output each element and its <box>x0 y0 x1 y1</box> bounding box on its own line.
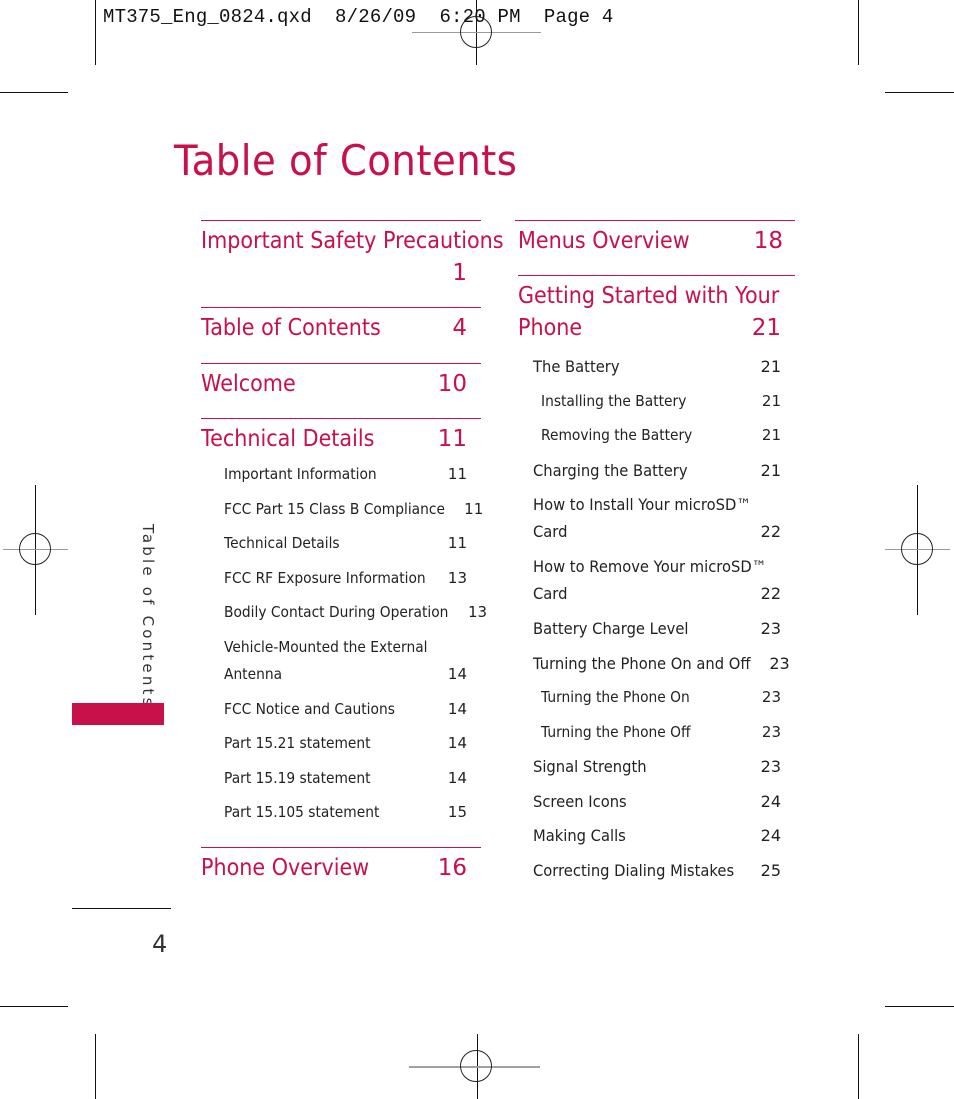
crop-mark <box>95 0 96 65</box>
toc-item[interactable]: Turning the Phone On 23 <box>533 688 781 723</box>
toc-section[interactable]: Table of Contents 4 <box>201 307 481 363</box>
toc-item[interactable]: FCC Part 15 Class B Compliance 11 <box>224 500 483 535</box>
toc-section[interactable]: Important Safety Precautions 1 <box>201 220 504 307</box>
crop-mark <box>885 92 954 93</box>
section-page: 18 <box>753 228 783 254</box>
toc-item[interactable]: Bodily Contact During Operation 13 <box>224 603 487 638</box>
section-title: Table of Contents <box>201 315 381 341</box>
toc-item[interactable]: The Battery 21 <box>533 357 781 392</box>
toc-right-column: Menus Overview 18 Getting Started with Yo… <box>515 220 795 895</box>
section-page: 1 <box>452 260 467 286</box>
print-slug: MT375_Eng_0824.qxd 8/26/09 6:20 PM Page … <box>103 6 614 28</box>
toc-section[interactable]: Welcome 10 <box>201 363 481 418</box>
toc-item[interactable]: Important Information 11 <box>224 465 467 500</box>
toc-item[interactable]: Part 15.105 statement 15 <box>224 803 467 838</box>
toc-item[interactable]: Making Calls 24 <box>533 826 781 861</box>
toc-section[interactable]: Menus Overview 18 <box>515 220 795 275</box>
toc-item[interactable]: Installing the Battery 21 <box>533 392 781 427</box>
section-page: 10 <box>437 371 467 397</box>
toc-item[interactable]: Turning the Phone On and Off 23 <box>533 654 790 689</box>
crop-mark <box>858 0 859 65</box>
page-number: 4 <box>152 930 168 958</box>
toc-item[interactable]: Signal Strength 23 <box>533 757 781 792</box>
toc-section[interactable]: Getting Started with Your Phone 21 The Ba… <box>518 275 795 895</box>
toc-item[interactable]: Part 15.19 statement 14 <box>224 769 467 804</box>
section-title: Phone Overview <box>201 855 370 881</box>
section-title: Getting Started with Your <box>518 283 780 309</box>
section-title: Phone <box>518 315 583 341</box>
toc-item[interactable]: Removing the Battery 21 <box>533 426 781 461</box>
side-tab-label: Table of Contents <box>139 524 157 709</box>
section-page: 11 <box>437 426 467 452</box>
crop-mark <box>0 1006 68 1007</box>
toc-item[interactable]: Screen Icons 24 <box>533 792 781 827</box>
crop-mark <box>885 1006 954 1007</box>
toc-item[interactable]: Part 15.21 statement 14 <box>224 734 467 769</box>
section-page: 16 <box>437 855 467 881</box>
section-title: Important Safety Precautions <box>201 228 504 254</box>
page-title: Table of Contents <box>174 136 518 185</box>
toc-left-column: Important Safety Precautions 1 Table of … <box>201 220 504 888</box>
section-page: 21 <box>751 315 781 341</box>
toc-section[interactable]: Technical Details 11 Important Informatio… <box>201 418 487 847</box>
side-tab-marker <box>72 703 164 725</box>
section-title: Technical Details <box>201 426 375 452</box>
toc-item[interactable]: Vehicle-Mounted the External Antenna 14 <box>224 638 467 700</box>
crop-mark <box>0 92 68 93</box>
toc-item[interactable]: Correcting Dialing Mistakes 25 <box>533 861 781 896</box>
toc-section[interactable]: Phone Overview 16 <box>201 847 481 888</box>
footer-rule <box>72 908 171 909</box>
section-page: 4 <box>452 315 467 341</box>
toc-item[interactable]: Charging the Battery 21 <box>533 461 781 496</box>
toc-item[interactable]: How to Install Your microSD™ Card 22 <box>533 495 781 557</box>
toc-item[interactable]: FCC RF Exposure Information 13 <box>224 569 467 604</box>
toc-item[interactable]: FCC Notice and Cautions 14 <box>224 700 467 735</box>
section-title: Welcome <box>201 371 296 397</box>
toc-item[interactable]: Battery Charge Level 23 <box>533 619 781 654</box>
toc-item[interactable]: Technical Details 11 <box>224 534 467 569</box>
crop-mark <box>858 1034 859 1099</box>
toc-item[interactable]: Turning the Phone Off 23 <box>533 723 781 758</box>
toc-item[interactable]: How to Remove Your microSD™ Card 22 <box>533 557 781 619</box>
section-title: Menus Overview <box>518 228 690 254</box>
crop-mark <box>95 1034 96 1099</box>
